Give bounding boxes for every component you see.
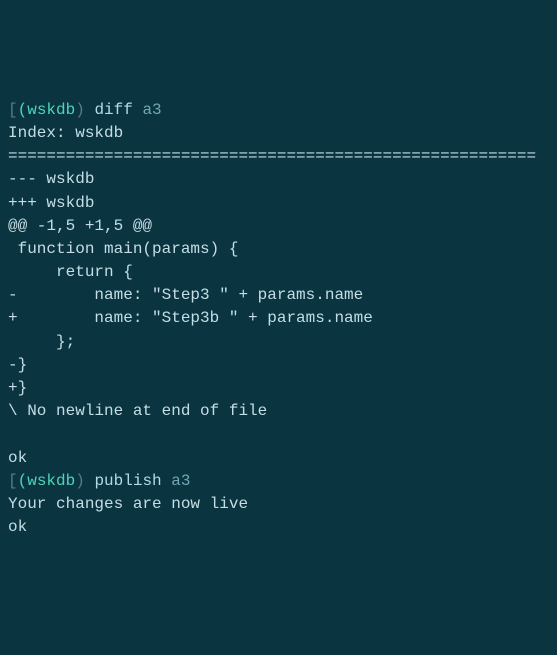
diff-line-context: function main(params) { <box>8 240 238 258</box>
ok-status: ok <box>8 449 27 467</box>
diff-separator: ========================================… <box>8 147 536 165</box>
publish-confirmation: Your changes are now live <box>8 495 248 513</box>
diff-line-added: + name: "Step3b " + params.name <box>8 309 373 327</box>
debugger-prompt: (wskdb <box>18 101 76 119</box>
terminal-output: [(wskdb) diff a3 Index: wskdb ==========… <box>8 99 549 540</box>
diff-line-context: return { <box>8 263 133 281</box>
diff-no-newline: \ No newline at end of file <box>8 402 267 420</box>
diff-to-header: +++ wskdb <box>8 194 94 212</box>
bracket-open: [ <box>8 101 18 119</box>
diff-from-header: --- wskdb <box>8 170 94 188</box>
diff-index: Index: wskdb <box>8 124 123 142</box>
diff-line-removed: - name: "Step3 " + params.name <box>8 286 363 304</box>
command-input[interactable]: publish <box>94 472 161 490</box>
command-input[interactable]: diff <box>94 101 132 119</box>
diff-line-removed: -} <box>8 356 27 374</box>
diff-line-added: +} <box>8 379 27 397</box>
bracket-close: ) <box>75 472 85 490</box>
diff-line-context: }; <box>8 333 75 351</box>
diff-hunk-header: @@ -1,5 +1,5 @@ <box>8 217 152 235</box>
bracket-close: ) <box>75 101 85 119</box>
command-arg: a3 <box>142 101 161 119</box>
command-arg: a3 <box>171 472 190 490</box>
debugger-prompt: (wskdb <box>18 472 76 490</box>
bracket-open: [ <box>8 472 18 490</box>
ok-status: ok <box>8 518 27 536</box>
